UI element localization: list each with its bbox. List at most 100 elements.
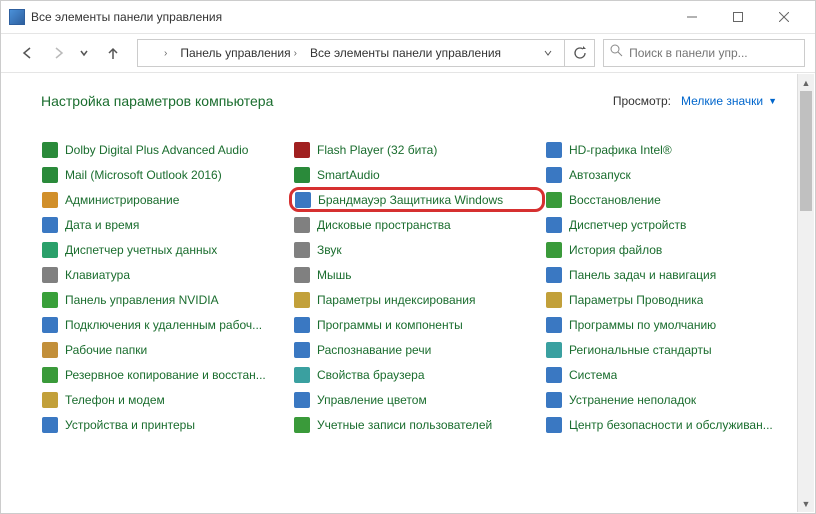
control-panel-item[interactable]: Параметры Проводника: [545, 287, 797, 312]
item-icon: [545, 366, 563, 384]
item-label: Диспетчер учетных данных: [65, 243, 217, 257]
item-label: Устранение неполадок: [569, 393, 696, 407]
item-icon: [293, 266, 311, 284]
breadcrumb-root-icon[interactable]: ›: [142, 40, 175, 66]
refresh-button[interactable]: [565, 39, 595, 67]
control-panel-item[interactable]: Дата и время: [41, 212, 293, 237]
control-panel-item[interactable]: Flash Player (32 бита): [293, 137, 545, 162]
control-panel-item[interactable]: Панель задач и навигация: [545, 262, 797, 287]
item-label: Программы и компоненты: [317, 318, 463, 332]
control-panel-item[interactable]: Региональные стандарты: [545, 337, 797, 362]
control-panel-item[interactable]: Брандмауэр Защитника Windows: [289, 187, 545, 212]
item-label: Mail (Microsoft Outlook 2016): [65, 168, 222, 182]
control-panel-item[interactable]: Диспетчер устройств: [545, 212, 797, 237]
item-icon: [545, 316, 563, 334]
view-selector[interactable]: Мелкие значки▼: [681, 94, 777, 108]
back-button[interactable]: [11, 37, 43, 69]
breadcrumb-seg-control-panel[interactable]: Панель управления›: [175, 40, 305, 66]
control-panel-item[interactable]: Телефон и модем: [41, 387, 293, 412]
item-icon: [41, 166, 59, 184]
control-panel-item[interactable]: Рабочие папки: [41, 337, 293, 362]
item-label: SmartAudio: [317, 168, 380, 182]
control-panel-item[interactable]: SmartAudio: [293, 162, 545, 187]
control-panel-item[interactable]: Подключения к удаленным рабоч...: [41, 312, 293, 337]
item-icon: [293, 241, 311, 259]
scroll-thumb[interactable]: [800, 91, 812, 211]
control-panel-item[interactable]: Центр безопасности и обслуживан...: [545, 412, 797, 437]
item-label: Параметры индексирования: [317, 293, 475, 307]
item-icon: [41, 291, 59, 309]
item-icon: [545, 191, 563, 209]
item-label: Резервное копирование и восстан...: [65, 368, 266, 382]
item-icon: [545, 291, 563, 309]
control-panel-item[interactable]: Мышь: [293, 262, 545, 287]
control-panel-item[interactable]: Автозапуск: [545, 162, 797, 187]
item-label: Региональные стандарты: [569, 343, 712, 357]
control-panel-item[interactable]: Устранение неполадок: [545, 387, 797, 412]
item-label: Панель управления NVIDIA: [65, 293, 219, 307]
up-button[interactable]: [97, 37, 129, 69]
search-input[interactable]: [629, 46, 798, 60]
item-label: Программы по умолчанию: [569, 318, 716, 332]
item-icon: [41, 191, 59, 209]
window-title: Все элементы панели управления: [31, 10, 669, 24]
control-panel-item[interactable]: Резервное копирование и восстан...: [41, 362, 293, 387]
forward-button[interactable]: [43, 37, 75, 69]
breadcrumb-dropdown[interactable]: [536, 48, 560, 58]
page-title: Настройка параметров компьютера: [41, 93, 273, 109]
close-button[interactable]: [761, 1, 807, 33]
control-panel-item[interactable]: Клавиатура: [41, 262, 293, 287]
scroll-down-button[interactable]: ▼: [798, 495, 814, 512]
control-panel-item[interactable]: Администрирование: [41, 187, 293, 212]
item-label: Диспетчер устройств: [569, 218, 686, 232]
control-panel-item[interactable]: Система: [545, 362, 797, 387]
item-icon: [41, 416, 59, 434]
item-label: Dolby Digital Plus Advanced Audio: [65, 143, 248, 157]
recent-dropdown[interactable]: [75, 37, 93, 69]
control-panel-item[interactable]: Свойства браузера: [293, 362, 545, 387]
item-icon: [545, 416, 563, 434]
item-label: Звук: [317, 243, 342, 257]
search-box[interactable]: [603, 39, 805, 67]
toolbar: › Панель управления› Все элементы панели…: [1, 33, 815, 73]
breadcrumb-seg-all-items[interactable]: Все элементы панели управления: [305, 40, 506, 66]
control-panel-item[interactable]: Диспетчер учетных данных: [41, 237, 293, 262]
control-panel-item[interactable]: Панель управления NVIDIA: [41, 287, 293, 312]
item-label: Телефон и модем: [65, 393, 165, 407]
maximize-button[interactable]: [715, 1, 761, 33]
search-icon: [610, 44, 623, 62]
item-icon: [293, 141, 311, 159]
control-panel-item[interactable]: Программы и компоненты: [293, 312, 545, 337]
item-label: Брандмауэр Защитника Windows: [318, 193, 503, 207]
breadcrumb: › Панель управления› Все элементы панели…: [137, 39, 565, 67]
minimize-button[interactable]: [669, 1, 715, 33]
item-icon: [41, 366, 59, 384]
control-panel-item[interactable]: Параметры индексирования: [293, 287, 545, 312]
item-icon: [293, 391, 311, 409]
control-panel-item[interactable]: История файлов: [545, 237, 797, 262]
control-panel-item[interactable]: Звук: [293, 237, 545, 262]
control-panel-item[interactable]: Mail (Microsoft Outlook 2016): [41, 162, 293, 187]
item-label: Автозапуск: [569, 168, 631, 182]
control-panel-item[interactable]: Восстановление: [545, 187, 797, 212]
item-label: Дата и время: [65, 218, 139, 232]
control-panel-item[interactable]: Dolby Digital Plus Advanced Audio: [41, 137, 293, 162]
vertical-scrollbar[interactable]: ▲ ▼: [797, 74, 814, 512]
control-panel-item[interactable]: Управление цветом: [293, 387, 545, 412]
item-icon: [545, 341, 563, 359]
item-icon: [41, 341, 59, 359]
control-panel-item[interactable]: Устройства и принтеры: [41, 412, 293, 437]
control-panel-item[interactable]: Учетные записи пользователей: [293, 412, 545, 437]
item-icon: [41, 241, 59, 259]
item-label: Клавиатура: [65, 268, 130, 282]
control-panel-item[interactable]: Дисковые пространства: [293, 212, 545, 237]
item-label: Подключения к удаленным рабоч...: [65, 318, 262, 332]
control-panel-item[interactable]: HD-графика Intel®: [545, 137, 797, 162]
control-panel-item[interactable]: Программы по умолчанию: [545, 312, 797, 337]
item-label: Flash Player (32 бита): [317, 143, 437, 157]
control-panel-item[interactable]: Распознавание речи: [293, 337, 545, 362]
view-label: Просмотр:: [613, 94, 671, 108]
item-label: Система: [569, 368, 617, 382]
scroll-up-button[interactable]: ▲: [798, 74, 814, 91]
item-icon: [545, 266, 563, 284]
